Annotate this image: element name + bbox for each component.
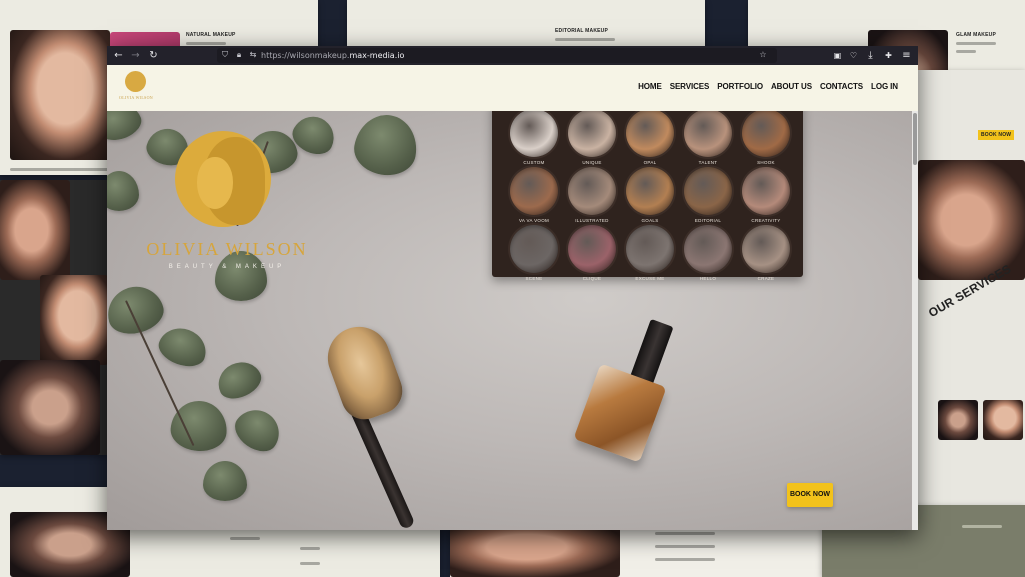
palette-shade-label: HELLO bbox=[699, 276, 717, 281]
shield-icon[interactable]: ⛉ bbox=[219, 49, 231, 61]
palette-shade bbox=[510, 225, 558, 273]
url-text[interactable]: https://wilsonmakeup.max-media.io bbox=[261, 50, 404, 61]
leaf-decoration bbox=[107, 280, 168, 340]
stem-decoration bbox=[125, 300, 195, 447]
site-header: OLIVIA WILSON HOME SERVICES PORTFOLIO AB… bbox=[107, 65, 918, 111]
bg-tile-title: NATURAL MAKEUP bbox=[186, 32, 236, 38]
reload-icon[interactable]: ↻ bbox=[147, 49, 160, 62]
palette-shade-label: SHOOK bbox=[757, 160, 775, 165]
bg-tile-our-services: OUR SERVICES BOOK NOW bbox=[918, 70, 1025, 510]
palette-shade bbox=[684, 111, 732, 157]
palette-shade bbox=[626, 167, 674, 215]
nav-portfolio[interactable]: PORTFOLIO bbox=[717, 82, 763, 91]
palette-shade-label: VA VA VOOM bbox=[518, 218, 550, 223]
palette-shade-label: UNIQUE bbox=[582, 160, 602, 165]
leaf-decoration bbox=[350, 111, 422, 180]
palette-shade-label: CLIQUE bbox=[582, 276, 602, 281]
bg-face-image bbox=[938, 400, 978, 440]
bg-face-image bbox=[0, 360, 100, 455]
palette-shade bbox=[684, 167, 732, 215]
logo-text: OLIVIA WILSON bbox=[119, 95, 153, 100]
book-now-button[interactable]: BOOK NOW bbox=[787, 483, 833, 507]
palette-shade-label: EDITORIAL bbox=[694, 218, 722, 223]
palette-shade bbox=[510, 111, 558, 157]
leaf-decoration bbox=[168, 398, 230, 454]
website: OLIVIA WILSON HOME SERVICES PORTFOLIO AB… bbox=[107, 65, 918, 530]
bg-book-button: BOOK NOW bbox=[978, 130, 1015, 140]
nav-log-in[interactable]: LOG IN bbox=[871, 82, 898, 91]
leaf-decoration bbox=[228, 401, 288, 459]
leaf-decoration bbox=[107, 171, 139, 211]
eyeshadow-palette: CUSTOM UNIQUE OPAL TALENT SHOOK VA VA VOOM ILL… bbox=[492, 111, 803, 281]
palette-shade bbox=[568, 167, 616, 215]
browser-window: ← → ↻ ⛉ 🔒︎ ⇆ https://wilsonmakeup.max-me… bbox=[107, 46, 918, 530]
palette-shade-label: CREATIVITY bbox=[751, 218, 781, 223]
nav-about-us[interactable]: ABOUT US bbox=[771, 82, 812, 91]
logo-emblem-icon bbox=[125, 71, 146, 92]
address-bar[interactable]: ⛉ 🔒︎ ⇆ https://wilsonmakeup.max-media.io… bbox=[217, 48, 777, 63]
palette-shade-label: CUSTOM bbox=[523, 160, 545, 165]
bg-face-image bbox=[918, 160, 1025, 280]
hero-section: CUSTOM UNIQUE OPAL TALENT SHOOK VA VA VOOM ILL… bbox=[107, 111, 912, 530]
bg-tile-left-portfolio bbox=[0, 180, 108, 455]
palette-shade bbox=[568, 111, 616, 157]
container-icon[interactable]: ▣ bbox=[831, 49, 844, 62]
brand-emblem-face bbox=[197, 157, 233, 209]
palette-shade-label: GOALS bbox=[641, 218, 659, 223]
bg-face-image bbox=[0, 180, 70, 280]
palette-shade bbox=[742, 225, 790, 273]
nav-contacts[interactable]: CONTACTS bbox=[820, 82, 863, 91]
palette-shade bbox=[626, 225, 674, 273]
palette-shade bbox=[626, 111, 674, 157]
palette-shade bbox=[510, 167, 558, 215]
bg-tile-title: GLAM MAKEUP bbox=[956, 32, 996, 38]
bg-face-image bbox=[983, 400, 1023, 440]
palette-shade bbox=[568, 225, 616, 273]
bookmark-star-icon[interactable]: ☆ bbox=[757, 49, 769, 61]
palette-shade bbox=[742, 167, 790, 215]
palette-shade-label: SCENE bbox=[525, 276, 543, 281]
extensions-icon[interactable]: ✚ bbox=[882, 49, 895, 62]
brand-name: OLIVIA WILSON bbox=[146, 239, 308, 259]
site-logo[interactable]: OLIVIA WILSON bbox=[119, 71, 153, 105]
permissions-icon[interactable]: ⇆ bbox=[247, 49, 259, 61]
bg-tile-editorial-makeup: EDITORIAL MAKEUP bbox=[347, 0, 705, 46]
palette-shade-label: CRAZE bbox=[757, 276, 775, 281]
menu-icon[interactable]: ≡ bbox=[900, 49, 913, 62]
main-nav: HOME SERVICES PORTFOLIO ABOUT US CONTACT… bbox=[638, 82, 898, 91]
palette-shade-label: TALENT bbox=[698, 160, 718, 165]
leaf-decoration bbox=[154, 321, 212, 373]
nav-home[interactable]: HOME bbox=[638, 82, 662, 91]
brand-logo: OLIVIA WILSON BEAUTY & MAKEUP bbox=[137, 131, 317, 281]
pocket-icon[interactable]: ♡ bbox=[847, 49, 860, 62]
back-icon[interactable]: ← bbox=[112, 49, 125, 62]
scrollbar-thumb[interactable] bbox=[913, 113, 917, 165]
nav-services[interactable]: SERVICES bbox=[670, 82, 710, 91]
palette-shade-label: OPAL bbox=[643, 160, 657, 165]
leaf-decoration bbox=[211, 355, 267, 405]
leaf-decoration bbox=[203, 461, 247, 501]
bg-tile-title: EDITORIAL MAKEUP bbox=[555, 28, 609, 34]
lock-icon[interactable]: 🔒︎ bbox=[233, 49, 245, 61]
downloads-icon[interactable]: ⤓ bbox=[864, 49, 877, 62]
makeup-brush-head bbox=[319, 318, 409, 426]
palette-shade bbox=[684, 225, 732, 273]
bg-face-image bbox=[40, 275, 108, 365]
palette-shade-label: EXCUSE ME bbox=[635, 276, 665, 281]
bg-face-image bbox=[10, 30, 110, 160]
browser-toolbar: ← → ↻ ⛉ 🔒︎ ⇆ https://wilsonmakeup.max-me… bbox=[107, 46, 918, 65]
palette-shade-label: ILLUSTRATED bbox=[575, 218, 609, 223]
brand-tagline: BEAUTY & MAKEUP bbox=[168, 264, 286, 270]
palette-shade bbox=[742, 111, 790, 157]
page-scrollbar[interactable] bbox=[912, 111, 918, 530]
forward-icon[interactable]: → bbox=[129, 49, 142, 62]
